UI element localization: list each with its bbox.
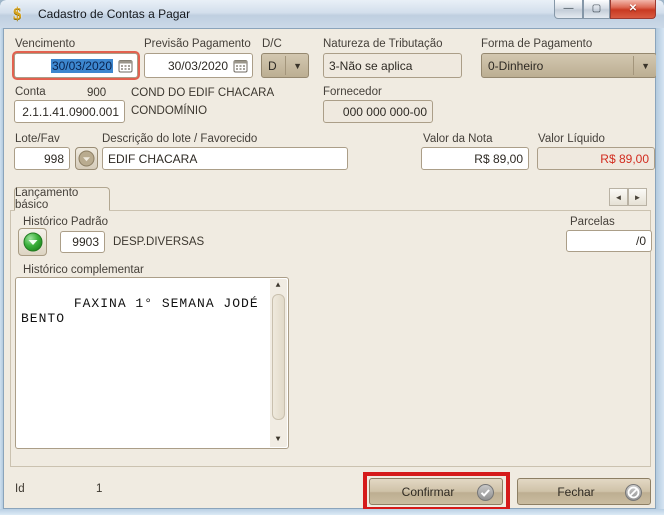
minimize-button[interactable]: — bbox=[554, 0, 583, 19]
lote-fav-input[interactable]: 998 bbox=[14, 147, 70, 170]
natureza-tributacao-field[interactable]: 3-Não se aplica bbox=[323, 53, 462, 78]
window-frame-bottom bbox=[0, 509, 664, 515]
circle-down-icon bbox=[78, 150, 95, 167]
parcelas-input[interactable]: /0 bbox=[566, 230, 652, 252]
historico-padrao-label: Histórico Padrão bbox=[23, 216, 108, 228]
valor-nota-value: R$ 89,00 bbox=[474, 152, 523, 166]
valor-liquido-field: R$ 89,00 bbox=[537, 147, 655, 170]
tab-lancamento-basico[interactable]: Lançamento básico bbox=[14, 187, 110, 211]
lote-fav-label: Lote/Fav bbox=[15, 133, 60, 145]
textarea-scrollbar[interactable]: ▲ ▼ bbox=[270, 279, 287, 447]
historico-padrao-codigo-input[interactable]: 9903 bbox=[60, 231, 105, 253]
id-label: Id bbox=[15, 483, 25, 495]
valor-liquido-label: Valor Líquido bbox=[538, 133, 605, 145]
conta-codigo: 900 bbox=[87, 87, 106, 99]
historico-complementar-text: FAXINA 1° SEMANA JODÉ BENTO bbox=[21, 296, 267, 326]
confirmar-button[interactable]: Confirmar bbox=[369, 478, 503, 505]
check-icon bbox=[477, 484, 494, 504]
historico-padrao-descricao: DESP.DIVERSAS bbox=[113, 236, 204, 248]
conta-input[interactable]: 2.1.1.41.0900.001 bbox=[14, 100, 125, 123]
valor-liquido-value: R$ 89,00 bbox=[600, 152, 649, 166]
title-bar[interactable]: $ Cadastro de Contas a Pagar — ▢ ✕ bbox=[0, 0, 664, 28]
previsao-pagamento-label: Previsão Pagamento bbox=[144, 38, 251, 50]
conta-descricao-linha2: CONDOMÍNIO bbox=[131, 105, 207, 117]
descricao-lote-value: EDIF CHACARA bbox=[108, 152, 197, 166]
forma-pagamento-label: Forma de Pagamento bbox=[481, 38, 592, 50]
vencimento-input[interactable]: 30/03/2020 bbox=[14, 53, 138, 78]
confirmar-label: Confirmar bbox=[402, 485, 455, 499]
dc-dropdown[interactable]: D ▼ bbox=[261, 53, 309, 78]
parcelas-label: Parcelas bbox=[570, 216, 615, 228]
historico-complementar-textarea[interactable]: FAXINA 1° SEMANA JODÉ BENTO ▲ ▼ bbox=[15, 277, 289, 449]
maximize-button[interactable]: ▢ bbox=[583, 0, 610, 19]
calendar-icon[interactable] bbox=[116, 56, 135, 75]
scrollbar-thumb[interactable] bbox=[272, 294, 285, 420]
valor-nota-input[interactable]: R$ 89,00 bbox=[421, 147, 529, 170]
green-down-icon bbox=[23, 232, 43, 252]
dc-label: D/C bbox=[262, 38, 282, 50]
conta-descricao-linha1: COND DO EDIF CHACARA bbox=[131, 87, 274, 99]
scroll-up-icon[interactable]: ▲ bbox=[270, 279, 287, 293]
close-button[interactable]: ✕ bbox=[610, 0, 656, 19]
historico-padrao-lookup-button[interactable] bbox=[18, 228, 47, 256]
conta-value: 2.1.1.41.0900.001 bbox=[22, 105, 119, 119]
descricao-lote-input[interactable]: EDIF CHACARA bbox=[102, 147, 348, 170]
lote-lookup-button[interactable] bbox=[75, 147, 98, 170]
money-icon: $ bbox=[13, 4, 31, 24]
tab-label: Lançamento básico bbox=[15, 187, 109, 211]
descricao-lote-label: Descrição do lote / Favorecido bbox=[102, 133, 257, 145]
historico-padrao-codigo: 9903 bbox=[72, 235, 99, 249]
fechar-label: Fechar bbox=[557, 485, 594, 499]
fornecedor-label: Fornecedor bbox=[323, 86, 382, 98]
dialog-body: Vencimento 30/03/2020 Previsão Pagamento… bbox=[3, 28, 656, 509]
dc-value: D bbox=[268, 59, 277, 73]
app-window: $ Cadastro de Contas a Pagar — ▢ ✕ Venci… bbox=[0, 0, 664, 515]
forma-pagamento-value: 0-Dinheiro bbox=[488, 59, 543, 73]
calendar-icon[interactable] bbox=[231, 56, 250, 75]
id-value: 1 bbox=[96, 483, 102, 495]
lote-fav-value: 998 bbox=[44, 152, 64, 166]
tab-scroll-left-button[interactable]: ◄ bbox=[609, 188, 628, 206]
vencimento-label: Vencimento bbox=[15, 38, 75, 50]
scroll-down-icon[interactable]: ▼ bbox=[270, 433, 287, 447]
conta-label: Conta bbox=[15, 86, 46, 98]
previsao-pagamento-input[interactable]: 30/03/2020 bbox=[144, 53, 253, 78]
forma-pagamento-dropdown[interactable]: 0-Dinheiro ▼ bbox=[481, 53, 657, 78]
natureza-tributacao-label: Natureza de Tributação bbox=[323, 38, 443, 50]
historico-complementar-label: Histórico complementar bbox=[23, 264, 144, 276]
cancel-icon bbox=[625, 484, 642, 504]
fornecedor-field[interactable]: 000 000 000-00 bbox=[323, 100, 433, 123]
vencimento-value: 30/03/2020 bbox=[51, 59, 113, 73]
window-title: Cadastro de Contas a Pagar bbox=[38, 7, 190, 21]
valor-nota-label: Valor da Nota bbox=[423, 133, 492, 145]
window-frame-left bbox=[0, 28, 3, 515]
fornecedor-value: 000 000 000-00 bbox=[343, 105, 427, 119]
parcelas-value: /0 bbox=[636, 234, 646, 248]
previsao-pagamento-value: 30/03/2020 bbox=[168, 59, 228, 73]
chevron-down-icon: ▼ bbox=[293, 61, 302, 71]
window-frame-right bbox=[656, 28, 664, 515]
fechar-button[interactable]: Fechar bbox=[517, 478, 651, 505]
chevron-down-icon: ▼ bbox=[641, 61, 650, 71]
natureza-tributacao-value: 3-Não se aplica bbox=[329, 59, 412, 73]
tab-scroll-right-button[interactable]: ► bbox=[628, 188, 647, 206]
